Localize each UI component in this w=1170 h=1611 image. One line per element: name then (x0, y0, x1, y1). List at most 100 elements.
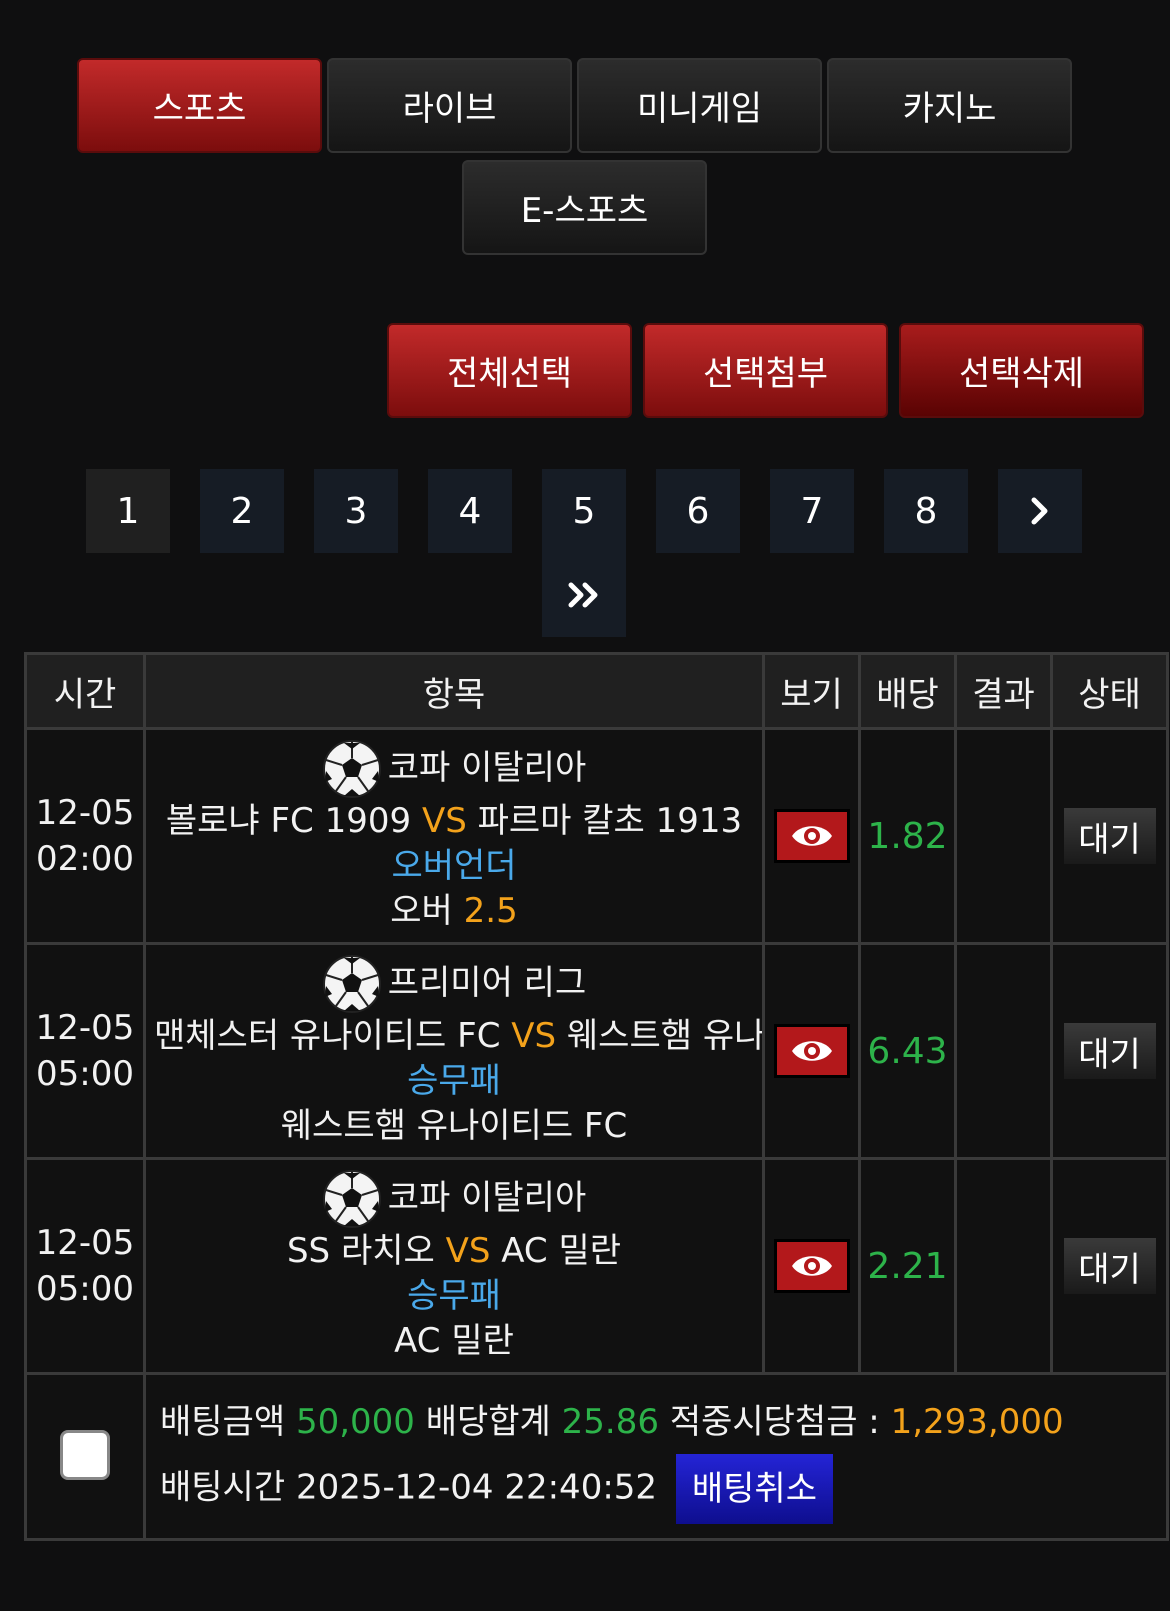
odds-cell: 1.82 (858, 727, 957, 945)
league-line: 코파 이탈리아 (148, 739, 761, 799)
tab-esports[interactable]: E-스포츠 (462, 160, 707, 255)
payout-amount: 1,293,000 (890, 1401, 1064, 1442)
home-team: 맨체스터 유나이티드 FC (154, 1015, 501, 1056)
league-line: 코파 이탈리아 (148, 1169, 761, 1229)
status-cell: 대기 (1050, 1157, 1169, 1375)
header-status: 상태 (1050, 652, 1169, 730)
header-item: 항목 (143, 652, 765, 730)
table-row: 12-05 05:00 코파 이탈리아 SS 라치오 VS AC 밀란 승무패 … (24, 1157, 1169, 1375)
market-type: 오버언더 (391, 845, 517, 886)
next-page-button[interactable] (998, 469, 1082, 553)
view-cell (762, 1157, 861, 1375)
bet-select-checkbox[interactable] (60, 1429, 110, 1480)
attach-selected-button[interactable]: 선택첨부 (643, 323, 888, 418)
status-badge: 대기 (1063, 808, 1156, 864)
status-badge: 대기 (1063, 1238, 1156, 1294)
bet-history-table: 시간 항목 보기 배당 결과 상태 12-05 02:00 코파 이탈리아 볼로… (24, 652, 1169, 1541)
result-cell (954, 1157, 1053, 1375)
header-odds: 배당 (858, 652, 957, 730)
summary-cell: 배팅금액 50,000 배당합계 25.86 적중시당첨금 : 1,293,00… (143, 1372, 1169, 1541)
bet-time: 2025-12-04 22:40:52 (295, 1467, 658, 1507)
view-cell (762, 942, 861, 1160)
time-cell: 12-05 05:00 (24, 1157, 146, 1375)
select-cell (24, 1372, 146, 1541)
page-2[interactable]: 2 (200, 469, 284, 553)
page-3[interactable]: 3 (314, 469, 398, 553)
tab-minigame[interactable]: 미니게임 (577, 58, 822, 153)
match-time: 05:00 (36, 1269, 134, 1309)
cancel-bet-button[interactable]: 배팅취소 (675, 1453, 833, 1524)
away-team: 웨스트햄 유나이티드 FC (566, 1015, 764, 1056)
time-cell: 12-05 02:00 (24, 727, 146, 945)
match-date: 12-05 (35, 793, 135, 833)
pick-label: 오버 (390, 890, 453, 931)
total-odds: 25.86 (561, 1401, 659, 1442)
vs-label: VS (445, 1230, 491, 1271)
pick-label: AC 밀란 (394, 1320, 514, 1361)
bet-time-label: 배팅시간 (160, 1467, 286, 1507)
time-cell: 12-05 05:00 (24, 942, 146, 1160)
home-team: 볼로냐 FC 1909 (165, 800, 412, 841)
item-cell: 코파 이탈리아 볼로냐 FC 1909 VS 파르마 칼초 1913 오버언더 … (143, 727, 765, 945)
market-type: 승무패 (407, 1275, 501, 1316)
total-odds-label: 배당합계 (425, 1401, 551, 1442)
page-6[interactable]: 6 (656, 469, 740, 553)
vs-label: VS (511, 1015, 557, 1056)
eye-icon (791, 1256, 832, 1276)
vs-label: VS (421, 800, 467, 841)
view-button[interactable] (773, 1239, 850, 1293)
league-name: 코파 이탈리아 (387, 748, 587, 788)
select-all-button[interactable]: 전체선택 (387, 323, 632, 418)
header-result: 결과 (954, 652, 1053, 730)
match-date: 12-05 (35, 1008, 135, 1048)
page-8[interactable]: 8 (884, 469, 968, 553)
bet-amount: 50,000 (295, 1401, 415, 1442)
table-row: 12-05 05:00 프리미어 리그 맨체스터 유나이티드 FC VS 웨스트… (24, 942, 1169, 1160)
soccer-ball-icon (322, 739, 381, 798)
table-row: 12-05 02:00 코파 이탈리아 볼로냐 FC 1909 VS 파르마 칼… (24, 727, 1169, 945)
page-4[interactable]: 4 (428, 469, 512, 553)
page-5[interactable]: 5 (542, 469, 626, 553)
eye-icon (791, 1041, 832, 1061)
home-team: SS 라치오 (286, 1230, 435, 1271)
tab-live[interactable]: 라이브 (327, 58, 572, 153)
pick-line: AC 밀란 (148, 1319, 761, 1364)
chevron-right-icon (1031, 497, 1048, 525)
result-cell (954, 727, 1053, 945)
league-name: 프리미어 리그 (387, 963, 587, 1003)
item-cell: 프리미어 리그 맨체스터 유나이티드 FC VS 웨스트햄 유나이티드 FC 승… (143, 942, 765, 1160)
soccer-ball-icon (322, 1169, 381, 1228)
away-team: AC 밀란 (501, 1230, 622, 1271)
tab-sports[interactable]: 스포츠 (77, 58, 322, 153)
pick-value: 2.5 (463, 890, 518, 931)
match-time: 02:00 (36, 839, 134, 879)
last-page-button[interactable] (542, 553, 626, 637)
view-button[interactable] (773, 1024, 850, 1078)
pick-line: 웨스트햄 유나이티드 FC (148, 1104, 761, 1149)
tab-casino[interactable]: 카지노 (827, 58, 1072, 153)
match-time: 05:00 (36, 1054, 134, 1094)
double-chevron-right-icon (568, 582, 598, 608)
header-view: 보기 (762, 652, 861, 730)
status-cell: 대기 (1050, 942, 1169, 1160)
market-type: 승무패 (407, 1060, 501, 1101)
header-time: 시간 (24, 652, 146, 730)
summary-time: 배팅시간 2025-12-04 22:40:52 배팅취소 (160, 1453, 1166, 1524)
status-cell: 대기 (1050, 727, 1169, 945)
delete-selected-button[interactable]: 선택삭제 (899, 323, 1144, 418)
page-1[interactable]: 1 (86, 469, 170, 553)
payout-label: 적중시당첨금 : (669, 1401, 880, 1442)
eye-icon (791, 826, 832, 846)
away-team: 파르마 칼초 1913 (477, 800, 743, 841)
pick-label: 웨스트햄 유나이티드 FC (280, 1105, 628, 1146)
matchup-line: 볼로냐 FC 1909 VS 파르마 칼초 1913 (148, 799, 761, 844)
odds-cell: 2.21 (858, 1157, 957, 1375)
page-7[interactable]: 7 (770, 469, 854, 553)
status-badge: 대기 (1063, 1023, 1156, 1079)
table-header-row: 시간 항목 보기 배당 결과 상태 (24, 652, 1169, 730)
match-date: 12-05 (35, 1223, 135, 1263)
view-button[interactable] (773, 809, 850, 863)
odds-cell: 6.43 (858, 942, 957, 1160)
result-cell (954, 942, 1053, 1160)
view-cell (762, 727, 861, 945)
